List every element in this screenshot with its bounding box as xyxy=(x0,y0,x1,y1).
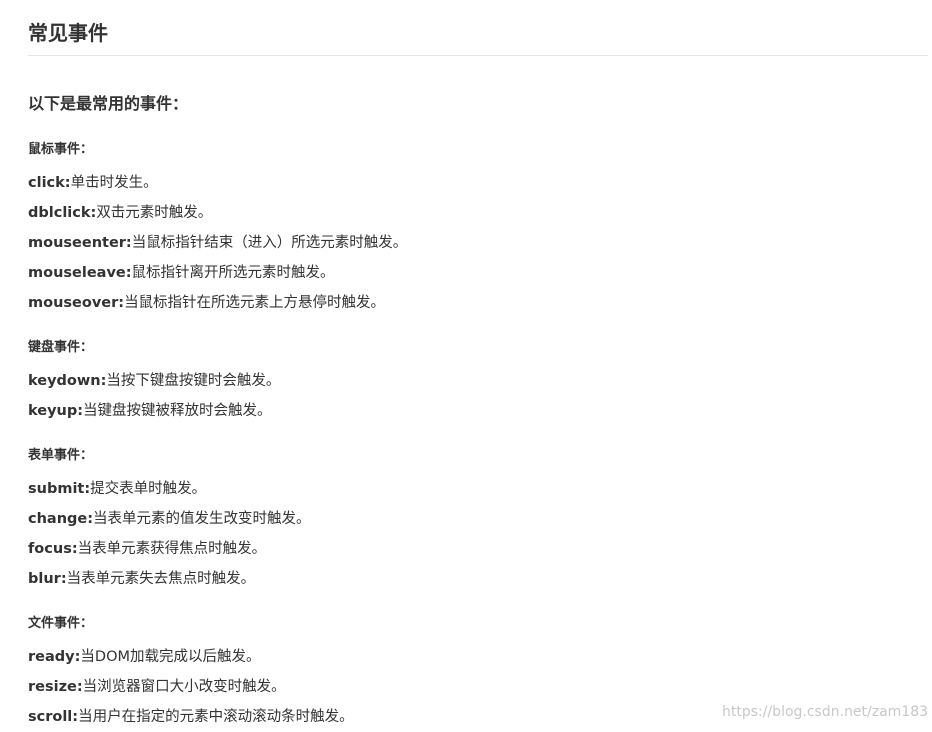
event-description: 当用户在指定的元素中滚动滚动条时触发。 xyxy=(78,709,354,725)
event-description: 当鼠标指针结束（进入）所选元素时触发。 xyxy=(131,235,408,251)
list-item: mouseleave:鼠标指针离开所选元素时触发。 xyxy=(28,263,335,283)
event-description: 当浏览器窗口大小改变时触发。 xyxy=(82,679,286,695)
event-description: 当鼠标指针在所选元素上方悬停时触发。 xyxy=(124,295,386,311)
page-title: 常见事件 xyxy=(28,21,108,45)
list-item: change:当表单元素的值发生改变时触发。 xyxy=(28,509,311,529)
event-description: 当表单元素失去焦点时触发。 xyxy=(66,571,256,587)
list-item: resize:当浏览器窗口大小改变时触发。 xyxy=(28,677,286,697)
event-name: click: xyxy=(28,175,71,191)
event-description: 单击时发生。 xyxy=(70,175,158,191)
event-description: 当键盘按键被释放时会触发。 xyxy=(83,403,272,419)
list-item: click:单击时发生。 xyxy=(28,173,158,193)
event-name: focus: xyxy=(28,541,78,557)
list-item: blur:当表单元素失去焦点时触发。 xyxy=(28,569,255,589)
event-name: submit: xyxy=(28,481,91,497)
title-divider xyxy=(28,55,928,56)
list-item: keyup:当键盘按键被释放时会触发。 xyxy=(28,401,272,421)
event-name: dblclick: xyxy=(28,205,97,221)
list-item: dblclick:双击元素时触发。 xyxy=(28,203,212,223)
section-heading-mouse: 鼠标事件： xyxy=(28,142,94,157)
list-item: mouseover:当鼠标指针在所选元素上方悬停时触发。 xyxy=(28,293,385,313)
event-name: mouseover: xyxy=(28,295,125,311)
section-heading-keyboard: 键盘事件： xyxy=(28,340,94,355)
event-description: 当表单元素获得焦点时触发。 xyxy=(77,541,267,557)
watermark-text: https://blog.csdn.net/zam183 xyxy=(722,704,929,720)
list-item: mouseenter:当鼠标指针结束（进入）所选元素时触发。 xyxy=(28,233,407,253)
event-description: 提交表单时触发。 xyxy=(90,481,207,497)
event-description: 当按下键盘按键时会触发。 xyxy=(106,373,281,389)
section-heading-document: 文件事件： xyxy=(28,616,94,631)
event-description: 双击元素时触发。 xyxy=(96,205,213,221)
event-name: mouseleave: xyxy=(28,265,132,281)
event-name: blur: xyxy=(28,571,67,587)
list-item: focus:当表单元素获得焦点时触发。 xyxy=(28,539,266,559)
event-description: 当DOM加载完成以后触发。 xyxy=(80,649,261,665)
list-item: ready:当DOM加载完成以后触发。 xyxy=(28,647,261,667)
event-description: 当表单元素的值发生改变时触发。 xyxy=(93,511,311,527)
event-name: change: xyxy=(28,511,94,527)
event-name: ready: xyxy=(28,649,81,665)
event-name: keydown: xyxy=(28,373,107,389)
event-description: 鼠标指针离开所选元素时触发。 xyxy=(131,265,335,281)
event-name: scroll: xyxy=(28,709,79,725)
event-name: keyup: xyxy=(28,403,84,419)
list-item: submit:提交表单时触发。 xyxy=(28,479,206,499)
list-item: scroll:当用户在指定的元素中滚动滚动条时触发。 xyxy=(28,707,354,727)
section-heading-form: 表单事件： xyxy=(28,448,94,463)
list-item: keydown:当按下键盘按键时会触发。 xyxy=(28,371,280,391)
event-name: mouseenter: xyxy=(28,235,132,251)
event-name: resize: xyxy=(28,679,83,695)
intro-heading: 以下是最常用的事件： xyxy=(28,94,189,113)
